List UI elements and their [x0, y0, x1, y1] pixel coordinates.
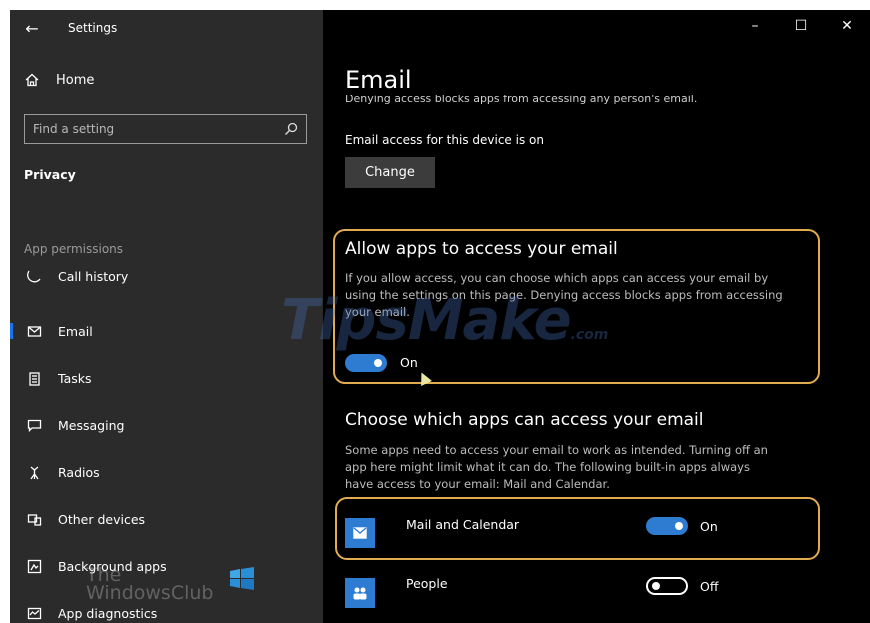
people-toggle-label: Off	[700, 579, 719, 594]
people-toggle[interactable]	[646, 577, 688, 595]
home-link[interactable]: Home	[24, 72, 94, 88]
minimize-icon: –	[751, 18, 759, 34]
sidebar-item-label: Radios	[58, 464, 100, 480]
access-status-text: Email access for this device is on	[345, 133, 544, 147]
sidebar: ← Settings Home Find a setting Privacy A…	[10, 10, 323, 623]
search-icon	[285, 122, 298, 135]
back-arrow-icon: ←	[25, 18, 39, 38]
messaging-icon	[10, 418, 58, 433]
maximize-button[interactable]: ☐	[778, 10, 824, 42]
title-bar: ← Settings	[10, 10, 323, 46]
sidebar-item-label: Email	[58, 323, 93, 339]
close-button[interactable]: ✕	[824, 10, 870, 42]
allow-heading: Allow apps to access your email	[345, 239, 618, 259]
allow-access-toggle[interactable]	[345, 354, 387, 372]
diagnostics-icon	[10, 606, 58, 621]
maximize-icon: ☐	[794, 18, 808, 34]
search-placeholder: Find a setting	[33, 122, 115, 136]
section-title: Privacy	[24, 167, 76, 182]
clipped-description: Denying access blocks apps from accessin…	[345, 95, 698, 104]
allow-description: If you allow access, you can choose whic…	[345, 271, 783, 319]
app-name-people: People	[406, 576, 448, 591]
tasks-icon	[10, 371, 58, 386]
allow-toggle-label: On	[400, 355, 418, 370]
sidebar-item-label: Background apps	[58, 558, 167, 574]
radio-tower-icon	[10, 465, 58, 480]
back-button[interactable]: ←	[10, 10, 54, 46]
mail-icon	[10, 324, 58, 339]
app-title: Settings	[68, 21, 118, 35]
search-input[interactable]: Find a setting	[24, 114, 307, 144]
change-button[interactable]: Change	[345, 157, 435, 188]
settings-window: ← Settings Home Find a setting Privacy A…	[10, 10, 870, 623]
devices-icon	[10, 512, 58, 527]
sidebar-item-call-history[interactable]: Call history	[10, 268, 323, 284]
sidebar-item-background-apps[interactable]: Background apps	[10, 551, 323, 581]
sidebar-item-label: Messaging	[58, 417, 125, 433]
sidebar-item-radios[interactable]: Radios	[10, 457, 323, 487]
sidebar-item-label: Call history	[58, 268, 129, 284]
app-row-mail-calendar	[345, 518, 375, 548]
background-apps-icon	[10, 559, 58, 574]
sidebar-item-label: Tasks	[58, 370, 92, 386]
call-history-icon	[10, 269, 58, 284]
home-label: Home	[56, 72, 95, 88]
sidebar-item-tasks[interactable]: Tasks	[10, 363, 323, 393]
people-icon	[345, 578, 375, 608]
sidebar-item-label: Other devices	[58, 511, 146, 527]
choose-description: Some apps need to access your email to w…	[345, 443, 768, 491]
minimize-button[interactable]: –	[732, 10, 778, 42]
app-name-mail-calendar: Mail and Calendar	[406, 517, 520, 532]
mail-calendar-toggle[interactable]	[646, 517, 688, 535]
sidebar-item-label: App diagnostics	[58, 605, 158, 621]
mail-calendar-toggle-label: On	[700, 519, 718, 534]
page-title: Email	[345, 66, 412, 94]
home-icon	[25, 73, 39, 87]
sidebar-item-email[interactable]: Email	[10, 316, 323, 346]
sidebar-item-other-devices[interactable]: Other devices	[10, 504, 323, 534]
windows-logo-icon	[230, 567, 254, 590]
close-icon: ✕	[841, 18, 853, 34]
group-label: App permissions	[24, 242, 124, 256]
mail-calendar-icon	[345, 518, 375, 548]
app-row-people	[345, 578, 375, 608]
main-content: – ☐ ✕ Email Denying access blocks apps f…	[281, 10, 870, 623]
sidebar-item-app-diagnostics[interactable]: App diagnostics	[10, 598, 323, 623]
sidebar-item-messaging[interactable]: Messaging	[10, 410, 323, 440]
choose-heading: Choose which apps can access your email	[345, 410, 704, 430]
window-controls: – ☐ ✕	[732, 10, 870, 46]
